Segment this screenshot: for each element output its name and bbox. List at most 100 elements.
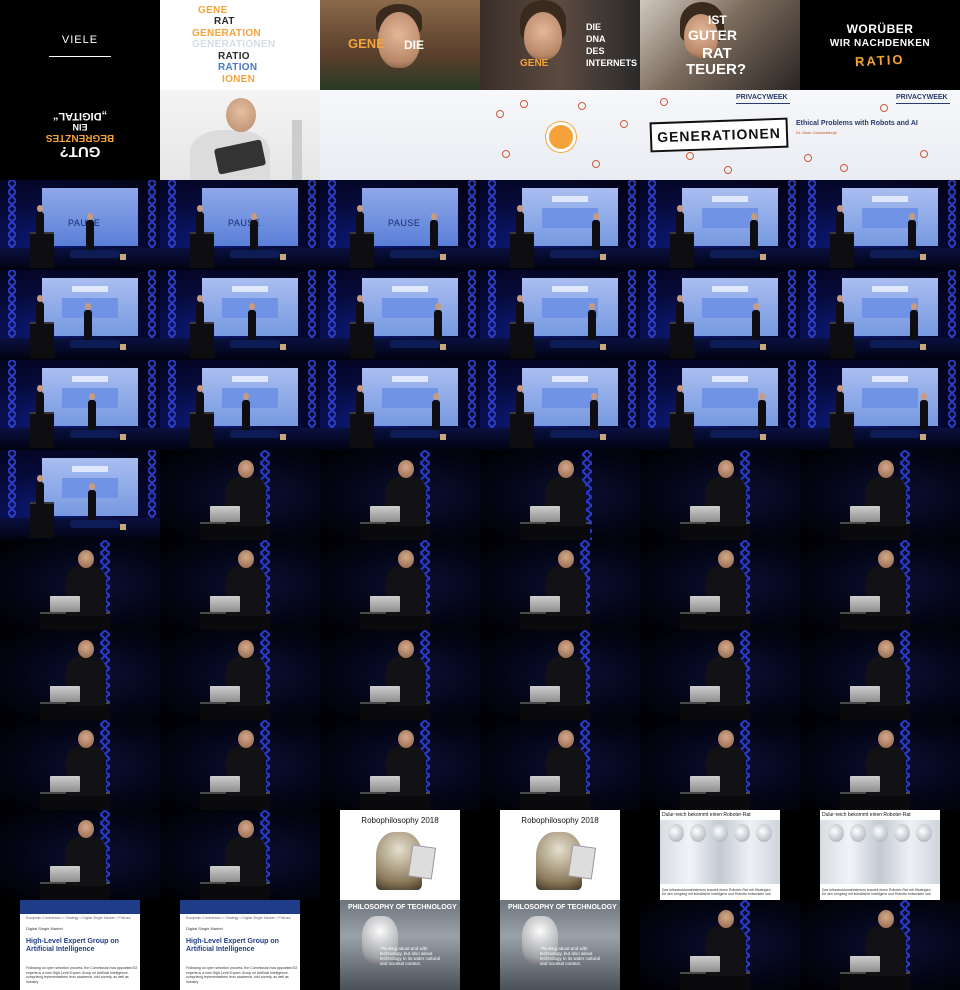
slide-robot-council[interactable]: Dulur-reich bekommt einen Roboter-Rat Das…	[800, 810, 960, 900]
speaker-thumbnail[interactable]	[160, 630, 320, 720]
stage-lamp	[600, 434, 606, 440]
slide-robophilosophy[interactable]: Robophilosophy 2018	[500, 810, 620, 900]
thumbnail-privacyweek-banner[interactable]: PRIVACYWEEK GENERATIONEN PRIVACYWEEK Ethica…	[320, 90, 960, 180]
speaker-thumbnail[interactable]	[640, 900, 800, 990]
thumbnail-viele[interactable]: VIELE	[0, 0, 160, 90]
thumbnail-girl-dna[interactable]: DIE DNA DES INTERNETS GENE	[480, 0, 640, 90]
mirrored-text-line: GUT?	[59, 143, 101, 160]
stage-thumbnail[interactable]	[320, 270, 480, 360]
moderator-figure	[836, 205, 844, 242]
stage-thumbnail[interactable]: PAUSE	[320, 180, 480, 270]
stage-thumbnail[interactable]	[800, 180, 960, 270]
stage-thumbnail[interactable]: PAUSE	[0, 180, 160, 270]
speaker-thumbnail[interactable]	[480, 540, 640, 630]
stage-thumbnail[interactable]: PAUSE	[160, 180, 320, 270]
stage-thumbnail[interactable]	[640, 360, 800, 450]
speaker-thumbnail[interactable]	[640, 720, 800, 810]
speaker-thumbnail[interactable]	[160, 540, 320, 630]
stage-thumbnail[interactable]	[640, 180, 800, 270]
section-label: Digital Single Market	[26, 926, 63, 931]
laptop	[50, 866, 80, 882]
speaker-thumbnail[interactable]	[320, 540, 480, 630]
stage-thumbnail[interactable]	[640, 270, 800, 360]
projection-screen	[522, 368, 618, 426]
thumbnail-boy-gene-die[interactable]: GENE DIE	[320, 0, 480, 90]
thumbnail-woruber-ratio[interactable]: WORÜBER WIR NACHDENKEN RATIO	[800, 0, 960, 90]
stage-thumbnail[interactable]	[0, 450, 160, 540]
speaker-thumbnail[interactable]	[480, 450, 640, 540]
speaker-thumbnail[interactable]	[320, 630, 480, 720]
slide-graphic	[382, 298, 438, 318]
speaker-thumbnail[interactable]	[0, 540, 160, 630]
stage-thumbnail[interactable]	[320, 360, 480, 450]
thumbnail-man-with-tablet[interactable]	[160, 90, 320, 180]
speaker-figure	[84, 303, 92, 340]
stage-thumbnail[interactable]	[800, 360, 960, 450]
stage-lamp	[120, 344, 126, 350]
speaker-thumbnail[interactable]	[640, 540, 800, 630]
slide-graphic	[702, 298, 758, 318]
stage-sofa	[230, 430, 280, 438]
pause-label: PAUSE	[388, 218, 421, 228]
speaker-thumbnail[interactable]	[320, 720, 480, 810]
speaker-head	[718, 460, 734, 478]
robot-head-icon	[756, 824, 772, 842]
speaker-thumbnail[interactable]	[640, 450, 800, 540]
laptop	[850, 506, 880, 522]
laptop	[50, 776, 80, 792]
speaker-thumbnail[interactable]	[160, 720, 320, 810]
speaker-thumbnail[interactable]	[800, 900, 960, 990]
speaker-thumbnail[interactable]	[0, 720, 160, 810]
stage-thumbnail[interactable]	[480, 270, 640, 360]
stage-thumbnail[interactable]	[160, 360, 320, 450]
stage-sofa	[710, 250, 760, 258]
slide-title: Robophilosophy 2018	[521, 816, 599, 825]
speaker-thumbnail[interactable]	[160, 810, 320, 900]
speaker-thumbnail[interactable]	[480, 720, 640, 810]
stage-thumbnail[interactable]	[800, 270, 960, 360]
slide-philosophy-of-technology[interactable]: PHILOSOPHY OF TECHNOLOGY Thinking about a…	[340, 900, 460, 990]
speaker-thumbnail[interactable]	[640, 630, 800, 720]
slide-philosophy-of-technology[interactable]: PHILOSOPHY OF TECHNOLOGY Thinking about a…	[500, 900, 620, 990]
overlay-word-die: DIE	[586, 22, 602, 32]
slide-eu-expert-group[interactable]: European Commission > Strategy > Digital…	[160, 900, 320, 990]
speaker-figure	[752, 303, 760, 340]
speaker-thumbnail[interactable]	[800, 450, 960, 540]
slide-robophilosophy[interactable]: Robophilosophy 2018	[340, 810, 460, 900]
moderator-figure	[836, 295, 844, 332]
slide-header-bar	[712, 286, 748, 292]
speaker-thumbnail[interactable]	[800, 630, 960, 720]
thumbnail-woman-rat-teuer[interactable]: IST GUTER RAT TEUER?	[640, 0, 800, 90]
speaker-head	[78, 550, 94, 568]
slide-robot-council[interactable]: Dulur-reich bekommt einen Roboter-Rat Das…	[640, 810, 800, 900]
network-node-icon	[660, 98, 668, 106]
speaker-head	[238, 730, 254, 748]
speaker-thumbnail[interactable]	[800, 720, 960, 810]
stage-thumbnail[interactable]	[0, 270, 160, 360]
speaker-thumbnail[interactable]	[480, 630, 640, 720]
stage-thumbnail[interactable]	[480, 180, 640, 270]
speaker-thumbnail[interactable]	[0, 810, 160, 900]
slide-caption: Das Infrastrukturministerium braucht ein…	[822, 888, 932, 896]
speaker-thumbnail[interactable]	[160, 450, 320, 540]
speaker-thumbnail[interactable]	[320, 450, 480, 540]
page-title: High-Level Expert Group on Artificial In…	[186, 938, 279, 953]
stage-thumbnail[interactable]	[480, 360, 640, 450]
projection-screen	[682, 188, 778, 246]
slide-eu-expert-group[interactable]: European Commission > Strategy > Digital…	[0, 900, 160, 990]
moderator-figure	[676, 385, 684, 422]
speaker-figure	[592, 213, 600, 250]
speaker-thumbnail[interactable]	[800, 540, 960, 630]
stage-thumbnail[interactable]	[160, 270, 320, 360]
stage-sofa	[550, 250, 600, 258]
breadcrumb: European Commission > Strategy > Digital…	[26, 916, 131, 920]
stage-lamp	[280, 254, 286, 260]
network-node-icon	[520, 100, 528, 108]
moderator-figure	[196, 385, 204, 422]
stage-sofa	[230, 340, 280, 348]
projection-screen	[522, 278, 618, 336]
thumbnail-mirrored-text[interactable]: GUT? BEGRENZTES EIN „DIGITAL“	[0, 90, 160, 180]
stage-thumbnail[interactable]	[0, 360, 160, 450]
speaker-thumbnail[interactable]	[0, 630, 160, 720]
stage-sofa	[390, 250, 440, 258]
